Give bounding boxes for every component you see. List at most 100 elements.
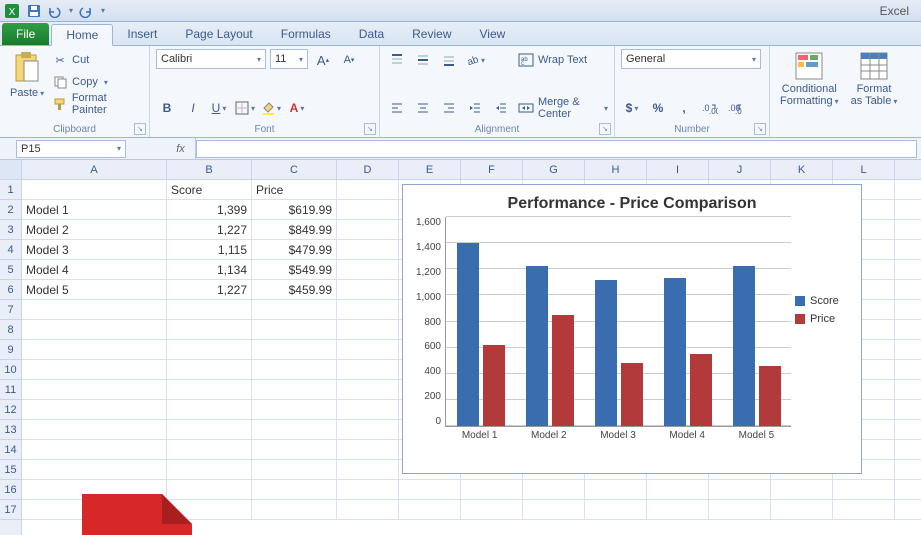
row-header-13[interactable]: 13 bbox=[0, 420, 21, 440]
col-header-F[interactable]: F bbox=[461, 160, 523, 179]
row-header-4[interactable]: 4 bbox=[0, 240, 21, 260]
cell[interactable] bbox=[252, 380, 337, 399]
cell[interactable] bbox=[252, 340, 337, 359]
cell[interactable] bbox=[252, 440, 337, 459]
tab-view[interactable]: View bbox=[466, 23, 520, 45]
bar-Score-Model 1[interactable] bbox=[457, 243, 479, 426]
cell[interactable]: Price bbox=[252, 180, 337, 199]
undo-icon[interactable] bbox=[46, 3, 62, 19]
fx-icon[interactable]: fx bbox=[166, 138, 196, 159]
row-header-5[interactable]: 5 bbox=[0, 260, 21, 280]
underline-button[interactable]: U bbox=[208, 97, 230, 119]
cell[interactable] bbox=[252, 320, 337, 339]
font-dialog-launcher[interactable]: ↘ bbox=[364, 123, 376, 135]
cell[interactable] bbox=[337, 280, 399, 299]
cell[interactable]: Model 3 bbox=[22, 240, 167, 259]
cell[interactable] bbox=[167, 380, 252, 399]
currency-button[interactable]: $ bbox=[621, 97, 643, 119]
comma-button[interactable]: , bbox=[673, 97, 695, 119]
cell[interactable] bbox=[167, 440, 252, 459]
cell[interactable] bbox=[337, 440, 399, 459]
italic-button[interactable]: I bbox=[182, 97, 204, 119]
conditional-formatting-button[interactable]: ConditionalFormatting bbox=[776, 49, 843, 119]
number-format-combo[interactable]: General▾ bbox=[621, 49, 761, 69]
col-header-C[interactable]: C bbox=[252, 160, 337, 179]
cell[interactable] bbox=[167, 340, 252, 359]
percent-button[interactable]: % bbox=[647, 97, 669, 119]
cell[interactable] bbox=[337, 180, 399, 199]
row-header-17[interactable]: 17 bbox=[0, 500, 21, 520]
cell[interactable]: $479.99 bbox=[252, 240, 337, 259]
col-header-E[interactable]: E bbox=[399, 160, 461, 179]
col-header-G[interactable]: G bbox=[523, 160, 585, 179]
row-header-8[interactable]: 8 bbox=[0, 320, 21, 340]
cell[interactable] bbox=[771, 500, 833, 519]
decrease-decimal[interactable]: .00.0 bbox=[725, 97, 747, 119]
cell[interactable] bbox=[337, 360, 399, 379]
orientation-button[interactable]: ab bbox=[464, 49, 486, 71]
increase-decimal[interactable]: .0.00 bbox=[699, 97, 721, 119]
tab-data[interactable]: Data bbox=[345, 23, 398, 45]
cell[interactable]: 1,227 bbox=[167, 280, 252, 299]
bar-Score-Model 4[interactable] bbox=[664, 278, 686, 426]
increase-font-size[interactable]: A▴ bbox=[312, 49, 334, 71]
cell[interactable]: 1,115 bbox=[167, 240, 252, 259]
bold-button[interactable]: B bbox=[156, 97, 178, 119]
worksheet-grid[interactable]: 1234567891011121314151617 ABCDEFGHIJKL S… bbox=[0, 160, 921, 535]
col-header-H[interactable]: H bbox=[585, 160, 647, 179]
cell[interactable] bbox=[337, 400, 399, 419]
align-left[interactable] bbox=[386, 97, 408, 119]
cell[interactable]: 1,399 bbox=[167, 200, 252, 219]
cell[interactable] bbox=[22, 340, 167, 359]
undo-dropdown[interactable] bbox=[66, 3, 74, 19]
row-header-7[interactable]: 7 bbox=[0, 300, 21, 320]
cell[interactable] bbox=[647, 480, 709, 499]
row-header-9[interactable]: 9 bbox=[0, 340, 21, 360]
cell[interactable] bbox=[22, 320, 167, 339]
formula-input[interactable] bbox=[196, 140, 917, 158]
cell[interactable] bbox=[337, 240, 399, 259]
cell[interactable] bbox=[337, 420, 399, 439]
paste-button[interactable]: Paste bbox=[6, 49, 48, 119]
cell[interactable]: 1,227 bbox=[167, 220, 252, 239]
cell[interactable] bbox=[252, 420, 337, 439]
col-header-I[interactable]: I bbox=[647, 160, 709, 179]
clipboard-dialog-launcher[interactable]: ↘ bbox=[134, 123, 146, 135]
cell[interactable] bbox=[22, 400, 167, 419]
cell[interactable] bbox=[22, 440, 167, 459]
name-box[interactable]: P15 bbox=[16, 140, 126, 158]
cell[interactable] bbox=[771, 480, 833, 499]
cell[interactable] bbox=[22, 180, 167, 199]
cell[interactable] bbox=[647, 500, 709, 519]
decrease-font-size[interactable]: A▾ bbox=[338, 49, 360, 71]
cell[interactable] bbox=[833, 480, 895, 499]
cell[interactable] bbox=[167, 400, 252, 419]
font-size-combo[interactable]: 11▾ bbox=[270, 49, 308, 69]
merge-center-button[interactable]: Merge & Center bbox=[518, 97, 608, 119]
cell[interactable] bbox=[167, 420, 252, 439]
cell[interactable] bbox=[22, 420, 167, 439]
bar-Score-Model 3[interactable] bbox=[595, 280, 617, 426]
col-header-J[interactable]: J bbox=[709, 160, 771, 179]
row-header-10[interactable]: 10 bbox=[0, 360, 21, 380]
col-header-A[interactable]: A bbox=[22, 160, 167, 179]
cell[interactable]: 1,134 bbox=[167, 260, 252, 279]
cell[interactable]: $549.99 bbox=[252, 260, 337, 279]
bar-Price-Model 4[interactable] bbox=[690, 354, 712, 426]
embedded-chart[interactable]: Performance - Price Comparison 1,6001,40… bbox=[402, 184, 862, 474]
number-dialog-launcher[interactable]: ↘ bbox=[754, 123, 766, 135]
cell[interactable] bbox=[399, 500, 461, 519]
cell[interactable] bbox=[252, 400, 337, 419]
row-header-16[interactable]: 16 bbox=[0, 480, 21, 500]
cell[interactable] bbox=[709, 480, 771, 499]
row-header-14[interactable]: 14 bbox=[0, 440, 21, 460]
cell[interactable] bbox=[461, 500, 523, 519]
redo-icon[interactable] bbox=[78, 3, 94, 19]
cell[interactable] bbox=[252, 360, 337, 379]
bar-Price-Model 3[interactable] bbox=[621, 363, 643, 426]
copy-button[interactable]: Copy bbox=[52, 71, 143, 93]
cell[interactable]: Model 2 bbox=[22, 220, 167, 239]
cells-area[interactable]: ABCDEFGHIJKL ScorePriceModel 11,399$619.… bbox=[22, 160, 921, 535]
row-header-11[interactable]: 11 bbox=[0, 380, 21, 400]
align-right[interactable] bbox=[438, 97, 460, 119]
